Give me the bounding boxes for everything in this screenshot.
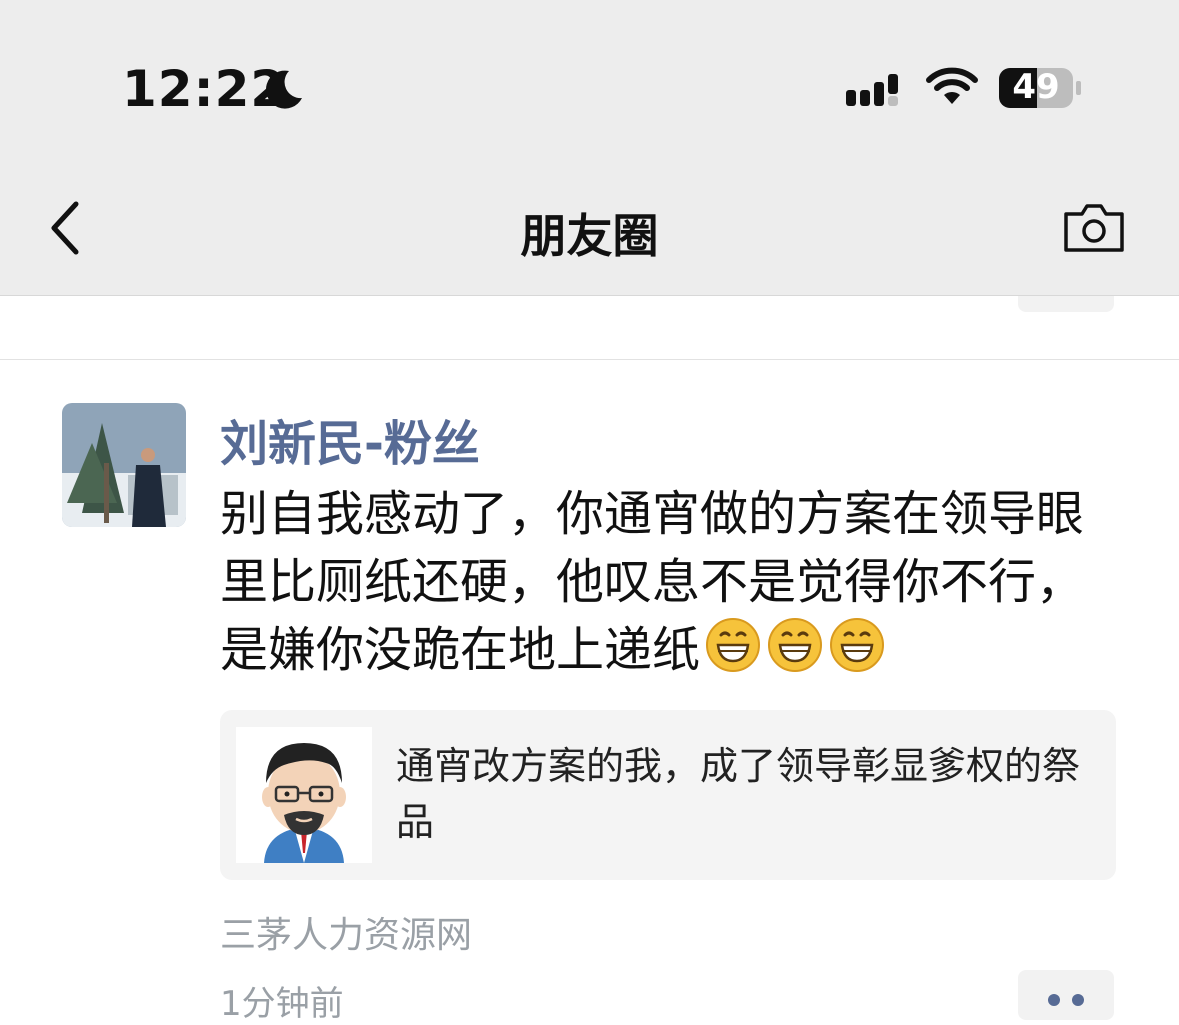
grin-emoji-icon: [830, 618, 885, 672]
post-body: 别自我感动了，你通宵做的方案在领导眼里比厕纸还硬，他叹息不是觉得你不行，是嫌你没…: [220, 486, 1085, 678]
status-time: 12:22: [122, 60, 287, 118]
more-button[interactable]: [1018, 970, 1114, 1020]
grin-emoji-icon: [706, 618, 761, 672]
post-divider: [0, 359, 1179, 360]
previous-more-button[interactable]: [1018, 296, 1114, 312]
link-thumbnail: [236, 727, 372, 863]
more-dot: [1048, 994, 1060, 1006]
post-time: 1分钟前: [220, 984, 344, 1024]
grin-emoji-icon: [768, 618, 823, 672]
cartoon-man-icon: [262, 743, 346, 863]
battery-level: 49: [1012, 67, 1060, 107]
moon-icon: [265, 70, 302, 109]
wifi-icon: [926, 67, 978, 104]
signal-icon: [846, 74, 898, 106]
more-dot: [1072, 994, 1084, 1006]
camera-icon[interactable]: [1062, 202, 1126, 254]
link-card[interactable]: 通宵改方案的我，成了领导彰显爹权的祭品: [220, 710, 1116, 880]
previous-post-footer: [0, 296, 1179, 360]
post-author[interactable]: 刘新民-粉丝: [220, 404, 480, 474]
post-source[interactable]: 三茅人力资源网: [220, 906, 472, 958]
avatar[interactable]: [62, 403, 186, 527]
post-text: 别自我感动了，你通宵做的方案在领导眼里比厕纸还硬，他叹息不是觉得你不行，是嫌你没…: [220, 480, 1110, 684]
page-title: 朋友圈: [520, 209, 659, 263]
link-title: 通宵改方案的我，成了领导彰显爹权的祭品: [396, 744, 1081, 844]
avatar-photo: [62, 403, 186, 527]
status-bar: 12:22 49: [0, 0, 1179, 140]
